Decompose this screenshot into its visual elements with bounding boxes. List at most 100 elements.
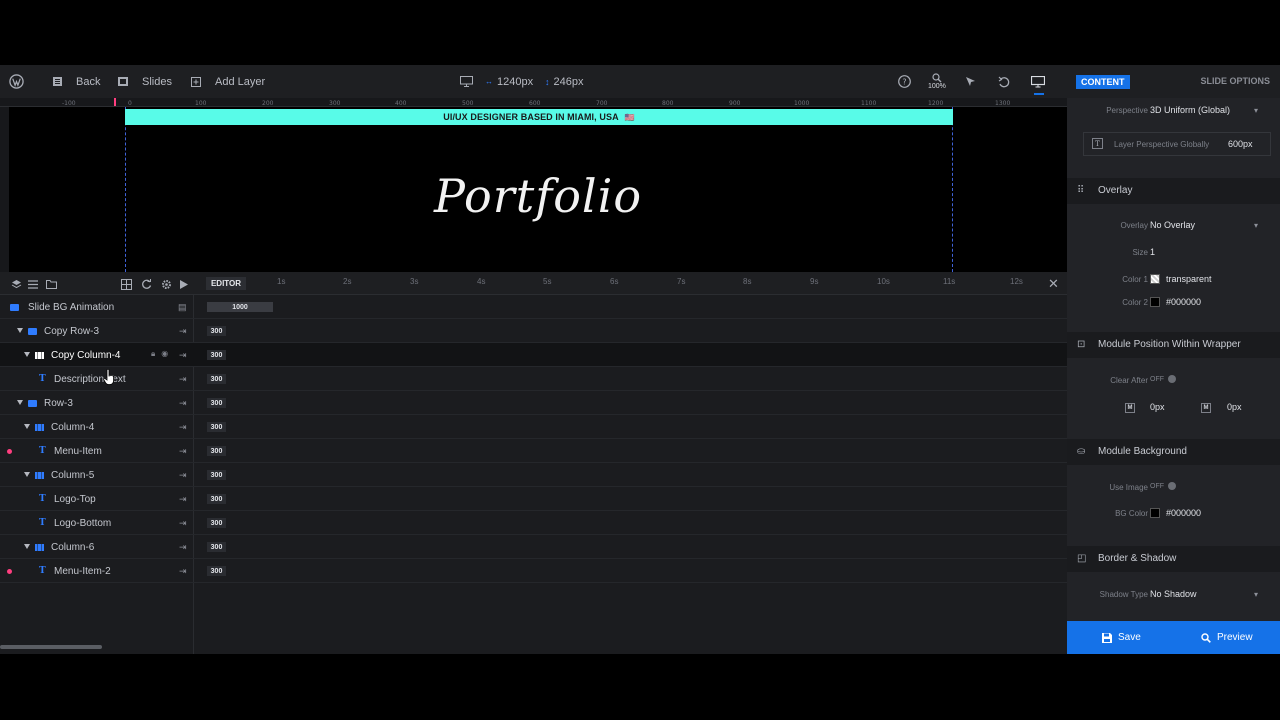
layer-duration[interactable]: 300 [207,566,226,576]
ruler-position-marker[interactable] [114,98,116,106]
position-icon: ⊡ [1077,339,1086,350]
color2-picker[interactable]: #000000 [1150,297,1201,307]
layer-row[interactable]: T Logo-Top ⇥ 300 [0,487,1067,511]
collapse-caret-icon[interactable] [24,424,30,429]
preview-button[interactable]: Preview [1201,621,1253,654]
bg-color-picker[interactable]: #000000 [1150,508,1201,518]
layer-row[interactable]: T Logo-Bottom ⇥ 300 [0,511,1067,535]
layer-duration[interactable]: 300 [207,422,226,432]
ruler-tick: 200 [262,100,274,107]
collapse-caret-icon[interactable] [17,400,23,405]
align-end-icon[interactable]: ⇥ [179,542,187,553]
align-end-icon[interactable]: ⇥ [179,494,187,505]
drag-handle-icon: ⠿ [1077,185,1085,196]
visibility-eye-icon[interactable]: ◉ [161,349,168,359]
slides-button[interactable]: Slides [118,65,172,98]
border-shadow-section-header[interactable]: ◰ Border & Shadow [1067,546,1280,572]
overlay-section-header[interactable]: ⠿ Overlay [1067,178,1280,204]
list-icon[interactable] [26,277,40,291]
folder-icon[interactable] [44,277,58,291]
select-tool-button[interactable] [965,65,976,98]
layer-row[interactable]: Column-5 ⇥ 300 [0,463,1067,487]
align-end-icon[interactable]: ⇥ [179,470,187,481]
layer-duration[interactable]: 300 [207,470,226,480]
layer-row[interactable]: T Menu-Item ⇥ 300 [0,439,1067,463]
collapse-caret-icon[interactable] [24,544,30,549]
clear-after-state: OFF [1150,375,1164,383]
use-image-toggle[interactable]: OFF [1150,482,1176,490]
second-tick: 4s [477,277,486,286]
settings-panel: CONTENT SLIDE OPTIONS Perspective 3D Uni… [1067,65,1280,654]
play-icon[interactable] [177,277,191,291]
layer-duration[interactable]: 300 [207,374,226,384]
vertical-ruler [0,107,9,272]
collapse-caret-icon[interactable] [24,352,30,357]
color1-picker[interactable]: transparent [1150,274,1212,284]
align-end-icon[interactable]: ⇥ [179,518,187,529]
add-layer-button[interactable]: Add Layer [191,65,265,98]
wordpress-logo-icon[interactable] [9,65,24,98]
align-end-icon[interactable]: ⇥ [179,422,187,433]
layer-row[interactable]: Slide BG Animation ▤ 1000 [0,295,1067,319]
height-field[interactable]: ↕ 246px [545,65,583,98]
module-position-section-header[interactable]: ⊡ Module Position Within Wrapper [1067,332,1280,358]
chevron-down-icon: ▾ [1254,106,1259,115]
layer-duration[interactable]: 300 [207,518,226,528]
tab-content[interactable]: CONTENT [1076,75,1130,89]
align-end-icon[interactable]: ⇥ [179,446,187,457]
help-button[interactable]: ? [898,65,911,98]
layer-row[interactable]: Column-6 ⇥ 300 [0,535,1067,559]
layer-row[interactable]: Column-4 ⇥ 300 [0,415,1067,439]
lock-icon[interactable]: 🔒︎ [151,349,155,359]
horizontal-scrollbar[interactable] [0,645,102,649]
layer-row[interactable]: Row-3 ⇥ 300 [0,391,1067,415]
clear-after-toggle[interactable]: OFF [1150,375,1176,383]
width-field[interactable]: ↔ 1240px [485,65,533,98]
close-timeline-icon[interactable]: ✕ [1048,276,1059,292]
back-button[interactable]: Back [53,65,100,98]
zoom-button[interactable]: 100% [928,65,946,98]
align-end-icon[interactable]: ⇥ [179,350,187,361]
layer-row-selected[interactable]: Copy Column-4 🔒︎ ◉ ⇥ 300 [0,343,1067,367]
layer-duration[interactable]: 300 [207,398,226,408]
align-end-icon[interactable]: ⇥ [179,398,187,409]
layer-duration[interactable]: 300 [207,446,226,456]
perspective-select[interactable]: 3D Uniform (Global) [1150,105,1230,115]
margin-left-icon: M [1125,403,1135,413]
align-end-icon[interactable]: ⇥ [179,326,187,337]
layer-duration[interactable]: 300 [207,350,226,360]
top-banner-layer[interactable]: UI/UX DESIGNER BASED IN MIAMI, USA 🇺🇸 [125,109,953,125]
loop-icon[interactable] [139,277,153,291]
layers-icon[interactable] [9,277,23,291]
align-end-icon[interactable]: ⇥ [179,566,187,577]
collapse-caret-icon[interactable] [24,472,30,477]
shadow-type-select[interactable]: No Shadow [1150,589,1197,599]
layer-row[interactable]: Copy Row-3 ⇥ 300 [0,319,1067,343]
align-end-icon[interactable]: ⇥ [179,374,187,385]
save-button[interactable]: Save [1102,621,1141,654]
device-desktop-button[interactable] [460,65,473,98]
editor-badge[interactable]: EDITOR [206,277,246,290]
collapse-caret-icon[interactable] [17,328,23,333]
shadow-type-label: Shadow Type [1099,590,1148,599]
slide-settings-icon[interactable]: ▤ [178,302,187,313]
portfolio-logo-layer[interactable]: Portfolio [9,169,1067,223]
overlay-select[interactable]: No Overlay [1150,220,1195,230]
layer-row[interactable]: T Menu-Item-2 ⇥ 300 [0,559,1067,583]
layer-duration[interactable]: 300 [207,326,226,336]
grid-view-icon[interactable] [119,277,133,291]
layer-duration[interactable]: 300 [207,542,226,552]
layer-duration[interactable]: 1000 [207,302,273,312]
layer-row[interactable]: T Description-Text ⇥ 300 [0,367,1067,391]
tab-slide-options[interactable]: SLIDE OPTIONS [1200,76,1270,86]
size-input[interactable]: 1 [1150,247,1155,257]
settings-gear-icon[interactable] [159,277,173,291]
layer-perspective-input[interactable]: 600px [1228,139,1253,149]
margin-left-input[interactable]: 0px [1150,402,1165,412]
slide-canvas[interactable]: UI/UX DESIGNER BASED IN MIAMI, USA 🇺🇸 Po… [9,107,1067,272]
text-layer-icon: T [39,374,46,384]
margin-right-input[interactable]: 0px [1227,402,1242,412]
layer-duration[interactable]: 300 [207,494,226,504]
module-background-section-header[interactable]: ⛀ Module Background [1067,439,1280,465]
undo-button[interactable] [998,65,1010,98]
